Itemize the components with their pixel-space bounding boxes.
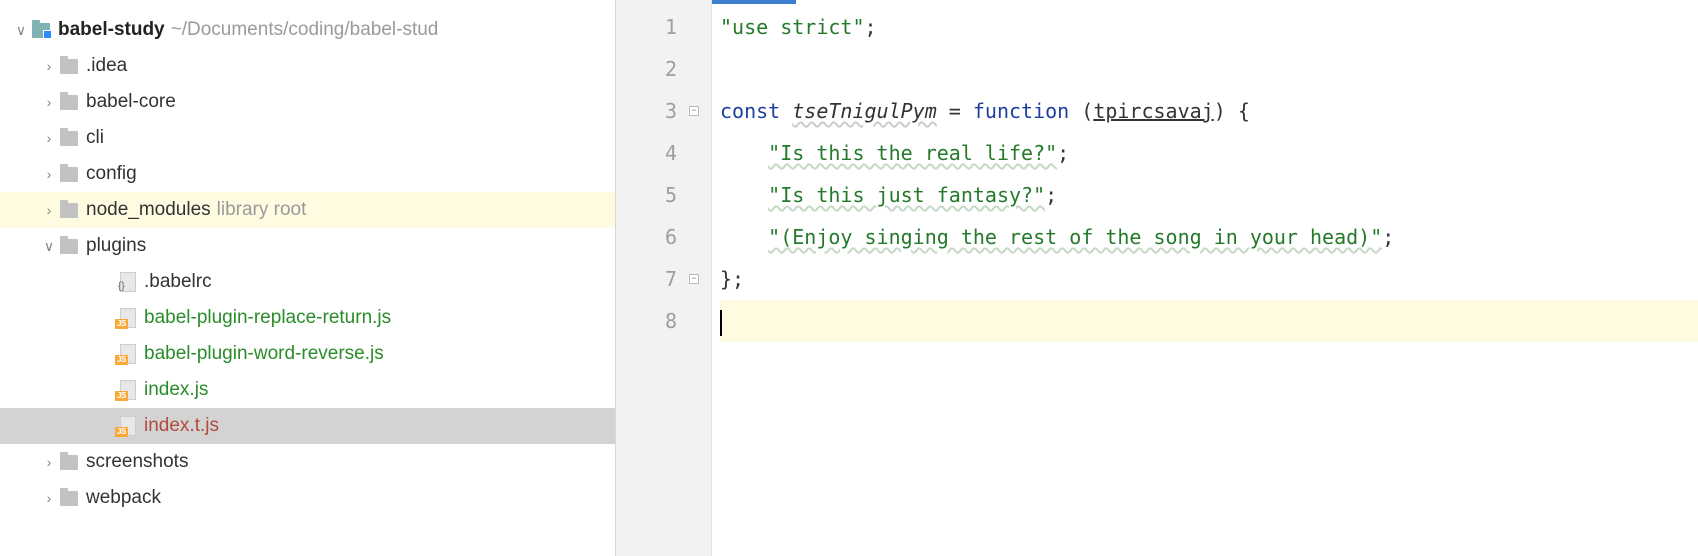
- chevron-down-icon: ∨: [42, 238, 56, 255]
- tree-label-sub: library root: [217, 199, 307, 221]
- tree-label: plugins: [86, 235, 146, 257]
- tree-item-plugins[interactable]: ∨ plugins: [0, 228, 615, 264]
- folder-icon: [60, 239, 78, 254]
- project-sidebar: ∨ babel-study ~/Documents/coding/babel-s…: [0, 0, 616, 556]
- folder-icon: [60, 203, 78, 218]
- tree-item-babel-core[interactable]: › babel-core: [0, 84, 615, 120]
- tree-item-screenshots[interactable]: › screenshots: [0, 444, 615, 480]
- line-number: 2: [616, 48, 677, 90]
- chevron-right-icon: ›: [42, 202, 56, 218]
- tree-label: .idea: [86, 55, 127, 77]
- tree-item-plugin-replace[interactable]: › babel-plugin-replace-return.js: [0, 300, 615, 336]
- tree-label: babel-plugin-word-reverse.js: [144, 343, 384, 365]
- chevron-right-icon: ›: [42, 454, 56, 470]
- chevron-right-icon: ›: [42, 58, 56, 74]
- code-line: const tseTnigulPym = function (tpircsava…: [720, 90, 1698, 132]
- js-file-icon: [116, 344, 136, 364]
- line-number: 8: [616, 300, 677, 342]
- editor-content[interactable]: "use strict"; const tseTnigulPym = funct…: [712, 0, 1698, 556]
- line-number: 5: [616, 174, 677, 216]
- folder-icon: [60, 59, 78, 74]
- tree-label: cli: [86, 127, 104, 149]
- project-path: ~/Documents/coding/babel-stud: [171, 19, 439, 41]
- folder-icon: [60, 167, 78, 182]
- code-line: "Is this the real life?";: [720, 132, 1698, 174]
- tree-item-index-t-js[interactable]: › index.t.js: [0, 408, 615, 444]
- tree-label: babel-core: [86, 91, 176, 113]
- text-cursor: [720, 310, 722, 336]
- tree-label: index.js: [144, 379, 208, 401]
- folder-icon: [60, 491, 78, 506]
- tree-label: config: [86, 163, 137, 185]
- js-file-icon: [116, 416, 136, 436]
- code-line: [720, 48, 1698, 90]
- js-file-icon: [116, 308, 136, 328]
- config-file-icon: [116, 272, 136, 292]
- chevron-right-icon: ›: [42, 130, 56, 146]
- code-line-current: [720, 300, 1698, 342]
- tree-label: node_modules: [86, 199, 211, 221]
- line-number: 6: [616, 216, 677, 258]
- editor-gutter: 1 2 3− 4 5 6 7− 8: [616, 0, 712, 556]
- code-line: "(Enjoy singing the rest of the song in …: [720, 216, 1698, 258]
- tree-item-node-modules[interactable]: › node_modules library root: [0, 192, 615, 228]
- folder-icon: [60, 95, 78, 110]
- tree-item-babelrc[interactable]: › .babelrc: [0, 264, 615, 300]
- tree-item-cli[interactable]: › cli: [0, 120, 615, 156]
- code-line: "use strict";: [720, 6, 1698, 48]
- tree-root[interactable]: ∨ babel-study ~/Documents/coding/babel-s…: [0, 12, 615, 48]
- line-number: 7−: [616, 258, 677, 300]
- tree-label: index.t.js: [144, 415, 219, 437]
- js-file-icon: [116, 380, 136, 400]
- tree-item-config[interactable]: › config: [0, 156, 615, 192]
- line-number: 3−: [616, 90, 677, 132]
- tree-item-plugin-reverse[interactable]: › babel-plugin-word-reverse.js: [0, 336, 615, 372]
- tree-item-webpack[interactable]: › webpack: [0, 480, 615, 516]
- line-number: 4: [616, 132, 677, 174]
- code-line: "Is this just fantasy?";: [720, 174, 1698, 216]
- chevron-right-icon: ›: [42, 166, 56, 182]
- folder-icon: [60, 455, 78, 470]
- chevron-right-icon: ›: [42, 490, 56, 506]
- chevron-down-icon: ∨: [14, 22, 28, 39]
- tree-item-index-js[interactable]: › index.js: [0, 372, 615, 408]
- folder-icon: [60, 131, 78, 146]
- line-number: 1: [616, 6, 677, 48]
- tree-item-idea[interactable]: › .idea: [0, 48, 615, 84]
- tree-label: screenshots: [86, 451, 188, 473]
- fold-icon[interactable]: −: [689, 106, 699, 116]
- tree-label: babel-plugin-replace-return.js: [144, 307, 391, 329]
- tree-label: .babelrc: [144, 271, 212, 293]
- code-editor[interactable]: 1 2 3− 4 5 6 7− 8 "use strict"; const ts…: [616, 0, 1698, 556]
- fold-icon[interactable]: −: [689, 274, 699, 284]
- chevron-right-icon: ›: [42, 94, 56, 110]
- tree-label: webpack: [86, 487, 161, 509]
- project-folder-icon: [32, 23, 50, 38]
- project-name: babel-study: [58, 19, 165, 41]
- code-line: };: [720, 258, 1698, 300]
